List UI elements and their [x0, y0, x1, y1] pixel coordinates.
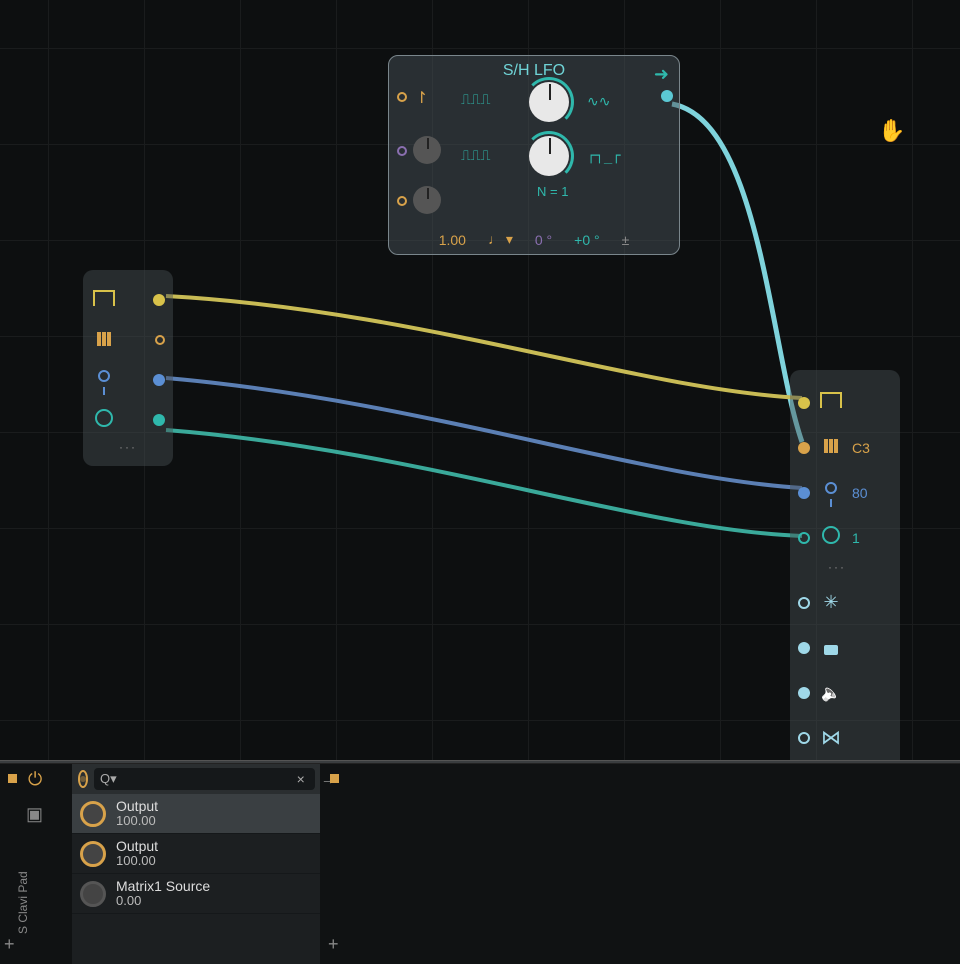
param-knob[interactable]	[80, 881, 106, 907]
lfo-rate-port[interactable]	[397, 196, 407, 206]
gate-icon	[91, 290, 117, 311]
out-pitch-row	[91, 320, 165, 360]
in-volume-jack[interactable]	[798, 687, 810, 699]
program-icon	[820, 637, 842, 658]
mapping-target-icon[interactable]	[78, 770, 88, 788]
device-marker	[8, 774, 17, 783]
clear-search[interactable]: ×	[293, 771, 309, 787]
out-more[interactable]: ···	[91, 440, 165, 454]
folder-button[interactable]: ▣	[26, 804, 43, 825]
lfo-phase-value[interactable]: 0 °	[535, 232, 552, 248]
lfo-rate-mod-knob[interactable]	[413, 186, 441, 214]
midi-in-node[interactable]: C3 80 1 ···	[790, 370, 900, 760]
lfo-polarity-toggle[interactable]: ±	[622, 232, 630, 248]
in-pan-jack[interactable]	[798, 732, 810, 744]
search-prefix[interactable]: Q▾	[100, 771, 117, 787]
param-name: Output	[116, 799, 158, 814]
lfo-retrigger-port[interactable]	[397, 92, 407, 102]
hand-cursor-icon: ✋	[878, 118, 905, 144]
power-button[interactable]: ⏻	[28, 769, 42, 790]
in-velocity-value[interactable]: 80	[852, 485, 868, 501]
in-pitch-value[interactable]: C3	[852, 440, 870, 456]
wave-sine-icon: ∿∿	[587, 94, 610, 110]
in-program-jack[interactable]	[798, 642, 810, 654]
search-input[interactable]	[117, 772, 293, 787]
out-velocity-row	[91, 360, 165, 400]
wave-pulse-icon: ⎍⎍⎍	[461, 148, 490, 164]
param-value: 0.00	[116, 894, 210, 908]
add-device-right[interactable]: +	[328, 934, 339, 955]
gate-icon	[820, 392, 842, 413]
out-pitch-jack[interactable]	[155, 335, 165, 345]
velocity-icon	[820, 478, 842, 507]
param-value: 100.00	[116, 854, 158, 868]
midi-out-node[interactable]: ···	[83, 270, 173, 466]
lfo-n-label: N = 1	[537, 184, 568, 199]
lfo-module[interactable]: S/H LFO ➜ ↾ ⎍⎍⎍ ∿∿ ⎍⎍⎍ ┌┐_┌ N = 1 1.00 ♩…	[388, 55, 680, 255]
in-brightness-jack[interactable]	[798, 597, 810, 609]
out-pressure-row	[91, 400, 165, 440]
lfo-footer: 1.00 ♩ ▾ 0 ° +0 ° ±	[389, 231, 679, 248]
out-pressure-jack[interactable]	[153, 414, 165, 426]
in-gate-row	[798, 380, 892, 425]
speaker-icon	[820, 682, 842, 703]
lfo-amount-knob[interactable]	[529, 136, 569, 176]
in-extra-volume	[798, 670, 892, 715]
in-pressure-value[interactable]: 1	[852, 530, 860, 546]
parameter-search[interactable]: Q▾ ×	[94, 768, 315, 790]
lfo-phase-port[interactable]	[397, 146, 407, 156]
in-more[interactable]: ···	[798, 560, 892, 580]
wave-square-icon: ⎍⎍⎍	[461, 92, 490, 108]
out-gate-jack[interactable]	[153, 294, 165, 306]
param-row[interactable]: Output 100.00	[72, 834, 320, 874]
in-gate-jack[interactable]	[798, 397, 810, 409]
in-extra-pan	[798, 715, 892, 760]
pressure-icon	[91, 409, 117, 432]
param-row[interactable]: Matrix1 Source 0.00	[72, 874, 320, 914]
parameter-panel: Q▾ × → Output 100.00 Output 100.00 Matri…	[72, 764, 320, 964]
module-output-icon[interactable]: ➜	[654, 64, 669, 85]
in-pressure-jack[interactable]	[798, 532, 810, 544]
pan-icon	[820, 725, 842, 750]
in-extra-program	[798, 625, 892, 670]
in-velocity-jack[interactable]	[798, 487, 810, 499]
keyboard-icon	[91, 330, 117, 351]
param-row[interactable]: Output 100.00	[72, 794, 320, 834]
lfo-output-jack[interactable]	[661, 90, 673, 102]
in-velocity-row: 80	[798, 470, 892, 515]
brightness-icon	[820, 592, 842, 613]
wave-random-icon: ┌┐_┌	[587, 148, 621, 164]
lfo-shape-knob[interactable]	[529, 82, 569, 122]
device-marker	[330, 774, 339, 783]
device-panel: ⏻ ▣ S Clavi Pad + Q▾ × → Output 100.00 O…	[0, 764, 960, 964]
out-gate-row	[91, 280, 165, 320]
param-knob[interactable]	[80, 841, 106, 867]
param-name: Output	[116, 839, 158, 854]
in-pressure-row: 1	[798, 515, 892, 560]
retrigger-icon: ↾	[415, 88, 428, 108]
device-name-label: S Clavi Pad	[16, 871, 30, 934]
keyboard-icon	[820, 437, 842, 458]
pressure-icon	[820, 526, 842, 549]
in-pitch-row: C3	[798, 425, 892, 470]
add-device-left[interactable]: +	[4, 934, 15, 955]
in-extra-brightness	[798, 580, 892, 625]
param-value: 100.00	[116, 814, 158, 828]
lfo-rate-value[interactable]: 1.00	[439, 232, 466, 248]
lfo-sync-value[interactable]: ♩ ▾	[488, 231, 513, 248]
lfo-phase-knob[interactable]	[413, 136, 441, 164]
out-velocity-jack[interactable]	[153, 374, 165, 386]
param-name: Matrix1 Source	[116, 879, 210, 894]
lfo-offset-value[interactable]: +0 °	[574, 232, 599, 248]
node-canvas[interactable]: S/H LFO ➜ ↾ ⎍⎍⎍ ∿∿ ⎍⎍⎍ ┌┐_┌ N = 1 1.00 ♩…	[0, 0, 960, 760]
param-knob[interactable]	[80, 801, 106, 827]
in-pitch-jack[interactable]	[798, 442, 810, 454]
velocity-icon	[91, 366, 117, 395]
